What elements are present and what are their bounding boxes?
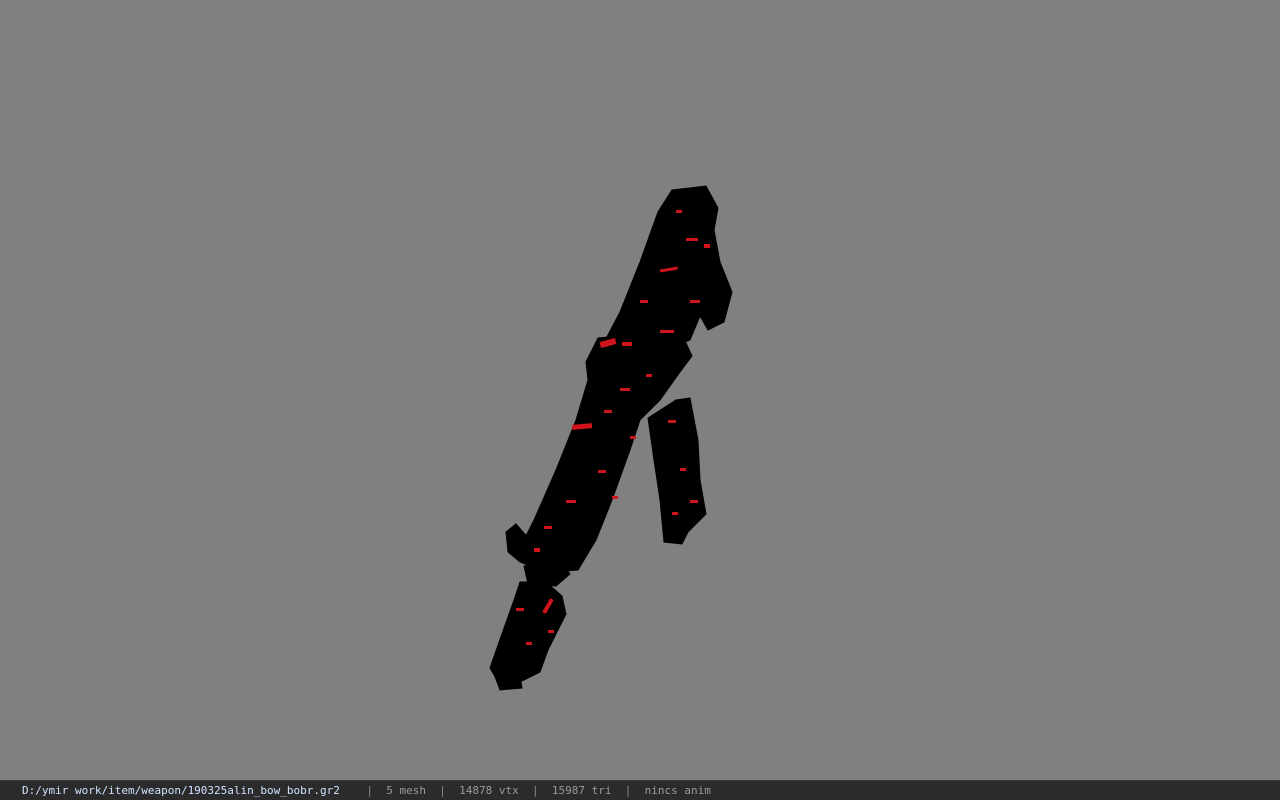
separator: | xyxy=(624,784,632,797)
3d-viewport[interactable] xyxy=(0,0,1280,780)
file-path: D:/ymir work/item/weapon/190325alin_bow_… xyxy=(22,784,340,797)
separator: | xyxy=(532,784,539,797)
status-bar: D:/ymir work/item/weapon/190325alin_bow_… xyxy=(0,780,1280,800)
separator: | xyxy=(439,784,446,797)
weapon-model[interactable] xyxy=(0,0,1280,780)
anim-status: nincs anim xyxy=(644,784,711,797)
weapon-body xyxy=(489,185,733,691)
mesh-count: 5 mesh xyxy=(386,784,427,797)
triangle-count: 15987 tri xyxy=(551,784,612,797)
separator: | xyxy=(366,784,374,797)
vertex-count: 14878 vtx xyxy=(459,784,519,797)
